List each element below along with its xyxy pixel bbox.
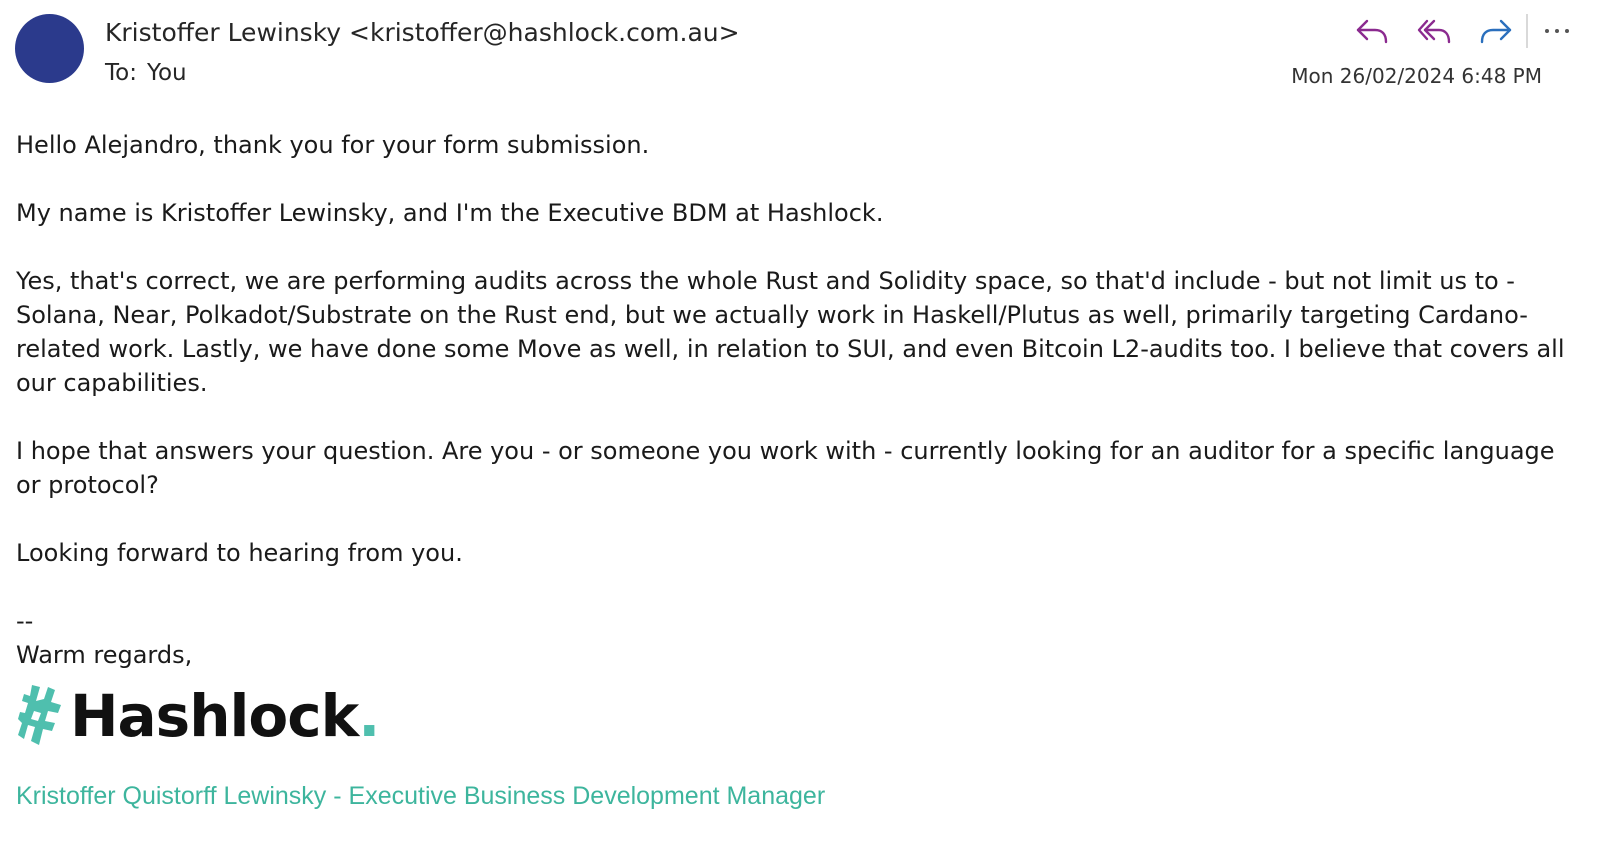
- to-label: To:: [105, 60, 137, 86]
- reply-icon: [1356, 19, 1388, 44]
- message-body: Hello Alejandro, thank you for your form…: [16, 128, 1581, 672]
- paragraph-capabilities: Yes, that's correct, we are performing a…: [16, 267, 1565, 397]
- sent-date: Mon 26/02/2024 6:48 PM: [1291, 64, 1542, 88]
- reply-button[interactable]: [1352, 12, 1392, 50]
- paragraph-question: I hope that answers your question. Are y…: [16, 437, 1555, 499]
- more-actions-button[interactable]: [1534, 12, 1580, 50]
- recipient-name[interactable]: You: [147, 60, 187, 86]
- forward-icon: [1480, 19, 1512, 44]
- logo-wordmark: Hashlock.: [70, 687, 380, 745]
- recipient-line: To: You: [105, 60, 187, 86]
- email-header: Kristoffer Lewinsky <kristoffer@hashlock…: [0, 0, 1600, 100]
- more-icon: [1545, 29, 1569, 33]
- hashlock-logo: Hashlock.: [18, 680, 380, 752]
- sender-avatar[interactable]: [15, 14, 84, 83]
- logo-text: Hashlock: [70, 682, 359, 750]
- reply-all-icon: [1417, 19, 1451, 44]
- sender-name[interactable]: Kristoffer Lewinsky <kristoffer@hashlock…: [105, 18, 740, 47]
- hashlock-logo-icon: [18, 685, 61, 745]
- signature-separator: --: [16, 607, 34, 635]
- paragraph-greeting: Hello Alejandro, thank you for your form…: [16, 131, 650, 159]
- signature-regards: Warm regards,: [16, 641, 193, 669]
- message-actions: [1330, 12, 1580, 50]
- paragraph-introduction: My name is Kristoffer Lewinsky, and I'm …: [16, 199, 884, 227]
- forward-button[interactable]: [1476, 12, 1516, 50]
- logo-dot: .: [358, 682, 380, 750]
- reply-all-button[interactable]: [1414, 12, 1454, 50]
- actions-divider: [1526, 14, 1528, 48]
- paragraph-closing: Looking forward to hearing from you.: [16, 539, 463, 567]
- signature-name-title: Kristoffer Quistorff Lewinsky - Executiv…: [16, 782, 826, 810]
